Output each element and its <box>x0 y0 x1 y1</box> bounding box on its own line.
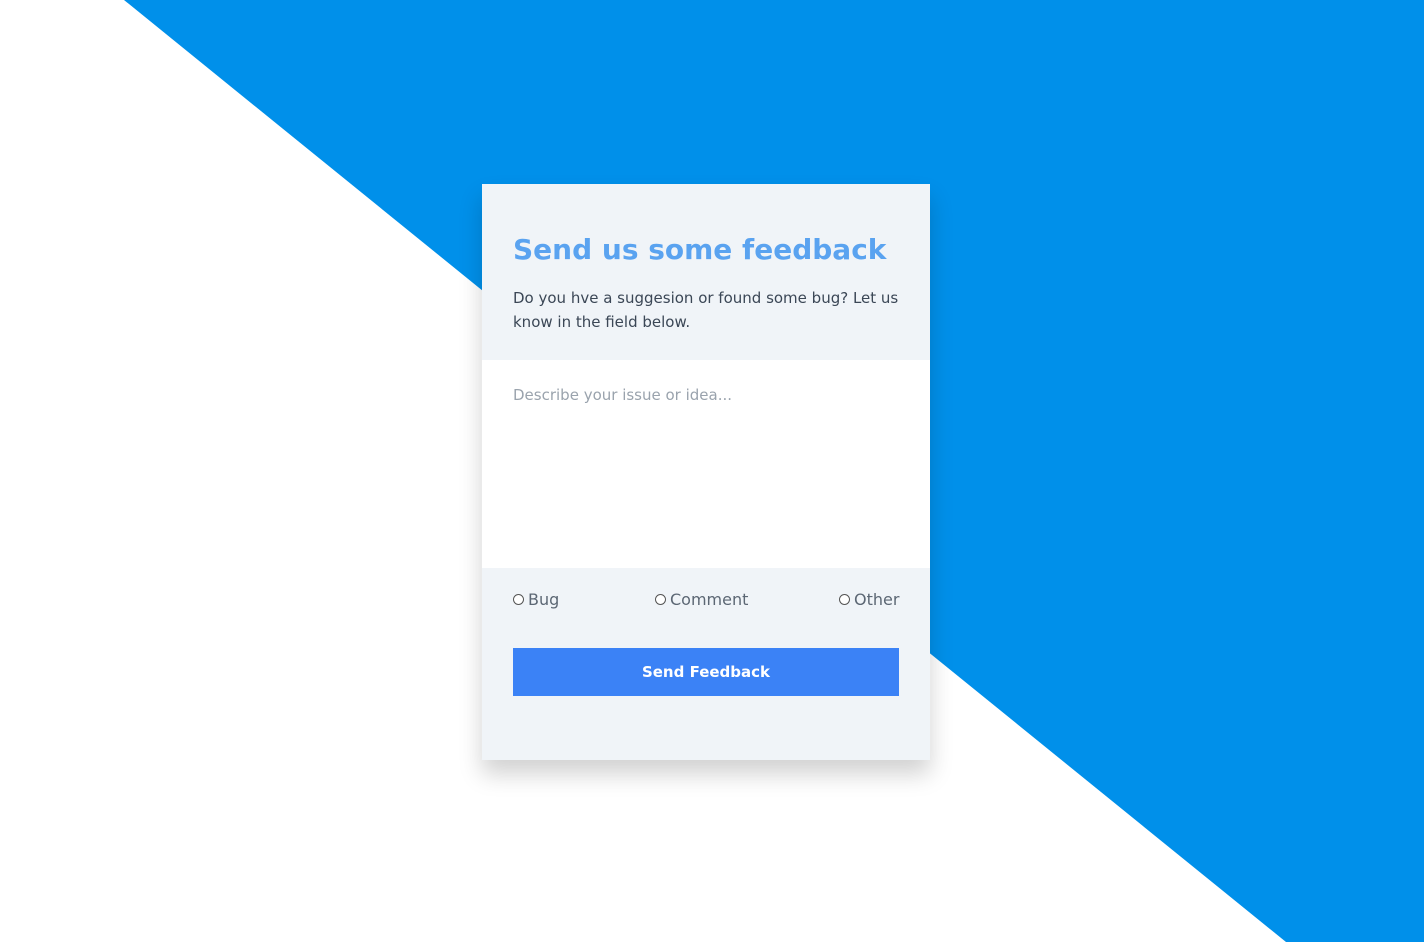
feedback-subtitle: Do you hve a suggesion or found some bug… <box>513 289 899 331</box>
radio-option-comment[interactable]: Comment <box>655 590 748 609</box>
radio-option-bug[interactable]: Bug <box>513 590 559 609</box>
feedback-type-options: Bug Comment Other <box>513 590 899 610</box>
radio-option-other[interactable]: Other <box>839 590 899 609</box>
radio-label-other: Other <box>854 590 900 609</box>
radio-label-bug: Bug <box>528 590 560 609</box>
radio-button-other[interactable] <box>839 594 850 605</box>
radio-button-comment[interactable] <box>655 594 666 605</box>
radio-label-comment: Comment <box>670 590 749 609</box>
radio-button-bug[interactable] <box>513 594 524 605</box>
feedback-textarea[interactable] <box>482 360 930 568</box>
feedback-card: Send us some feedback Do you hve a sugge… <box>482 184 930 760</box>
send-feedback-button[interactable]: Send Feedback <box>513 648 899 696</box>
card-header: Send us some feedback Do you hve a sugge… <box>482 184 930 360</box>
feedback-title: Send us some feedback <box>513 233 887 266</box>
